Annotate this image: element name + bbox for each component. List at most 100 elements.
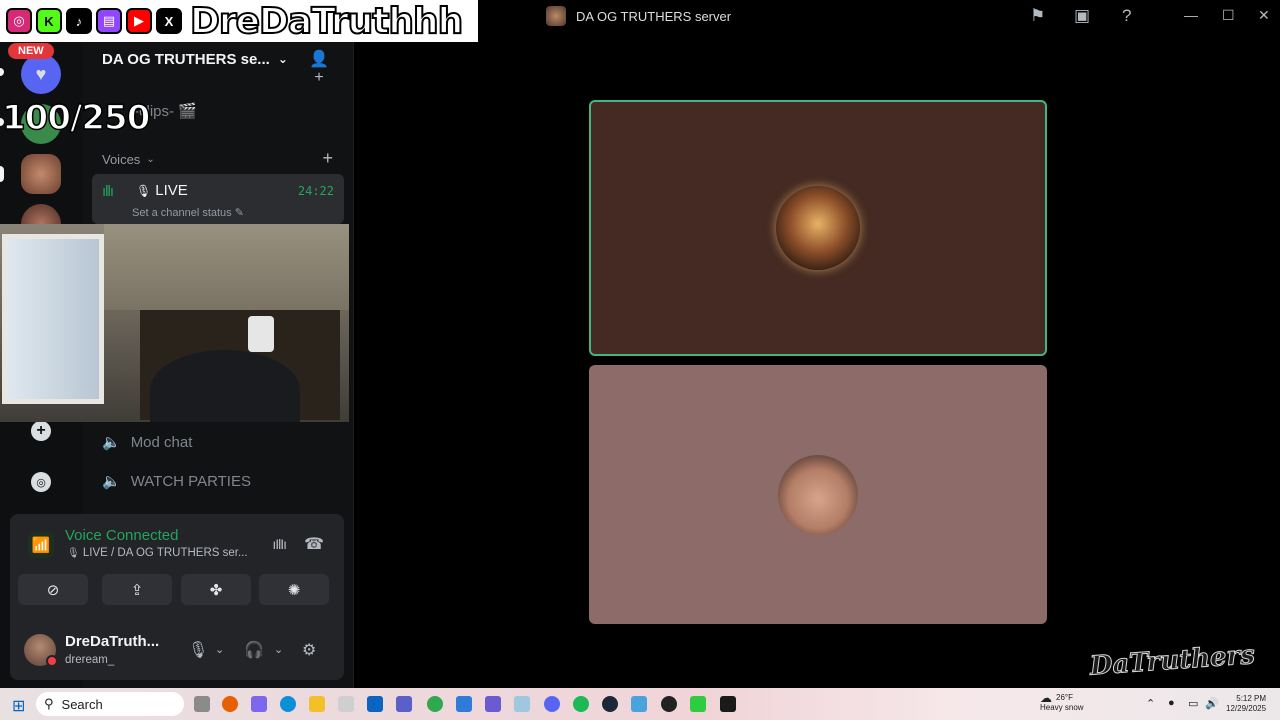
app-icon[interactable] [485, 696, 501, 712]
stream-watermark-logo: DaTruthers [1088, 640, 1256, 682]
steam-icon[interactable] [602, 696, 618, 712]
channel-status-prompt[interactable]: Set a channel status ✎ [132, 206, 244, 219]
headphones-icon[interactable]: 🎧 [244, 640, 264, 660]
social-handle-banner: ◎ K ♪ ▤ ▶ X DreDaTruthhh [0, 0, 478, 43]
voice-activity-icon: ıllı [102, 183, 114, 200]
channel-watch-parties[interactable]: 🔈 WATCH PARTIES [102, 469, 251, 493]
noise-suppression-icon[interactable]: ıIlIı [272, 536, 287, 552]
activities-button[interactable]: ✤ [181, 574, 251, 605]
outlook-icon[interactable] [367, 696, 383, 712]
minimize-button[interactable]: — [1184, 7, 1198, 23]
firefox-icon[interactable] [222, 696, 238, 712]
flag-icon[interactable]: ⚑ [1030, 6, 1045, 26]
speaker-icon: 🔈 [102, 434, 121, 451]
weather-widget[interactable]: ☁ 26°F Heavy snow [1040, 691, 1084, 713]
chevron-down-icon: ⌄ [146, 154, 155, 165]
active-server-icon[interactable] [21, 154, 61, 194]
user-handle: dreream_ [65, 654, 115, 666]
webcam-chair [150, 350, 300, 422]
app-icon[interactable] [720, 696, 736, 712]
help-icon[interactable]: ? [1122, 6, 1131, 26]
add-server-icon[interactable]: + [31, 421, 51, 441]
twitch-icon: ▤ [96, 8, 122, 34]
disconnect-icon[interactable]: ☎ [304, 534, 324, 554]
voice-timer: 24:22 [297, 184, 334, 198]
dnd-status-icon [46, 655, 58, 667]
soundboard-button[interactable]: ✺ [259, 574, 329, 605]
app-icon[interactable] [690, 696, 706, 712]
channel-mod-chat[interactable]: 🔈 Mod chat [102, 430, 192, 454]
tray-app-icon[interactable]: ● [1168, 697, 1175, 709]
channel-label: WATCH PARTIES [130, 472, 251, 490]
microphone-icon: 🎙 [136, 183, 152, 198]
task-view-icon[interactable] [194, 696, 210, 712]
voice-channel-live[interactable]: ıllı 🎙 LIVE 24:22 Set a channel status ✎ [92, 174, 344, 224]
obs-icon[interactable] [661, 696, 677, 712]
teams-icon[interactable] [396, 696, 412, 712]
voice-channel-label: LIVE [155, 182, 188, 199]
title-bar: DA OG TRUTHERS server ⚑ ▣ ? — ☐ ✕ [354, 0, 1280, 34]
close-button[interactable]: ✕ [1258, 7, 1270, 24]
webcam-window [2, 234, 104, 404]
edge-icon[interactable] [280, 696, 296, 712]
app-icon[interactable] [631, 696, 647, 712]
camera-off-button[interactable]: ⊘ [18, 574, 88, 605]
participant-avatar [778, 454, 858, 535]
voice-connected-panel: 📶 Voice Connected 🎙 LIVE / DA OG TRUTHER… [10, 514, 344, 680]
xbox-icon[interactable] [427, 696, 443, 712]
maximize-button[interactable]: ☐ [1222, 7, 1235, 24]
sub-goal-counter: 100/250 [1, 97, 151, 139]
windows-taskbar: ⊞ ⚲ Search ☁ 26°F Heavy snow ⌃ ● ▭ 🔊 5:1… [0, 688, 1280, 720]
server-header[interactable]: DA OG TRUTHERS se... ⌄ [102, 46, 332, 72]
clapperboard-icon: 🎬 [178, 103, 197, 120]
search-label: Search [61, 696, 103, 712]
screen-share-button[interactable]: ⇪ [102, 574, 172, 605]
speaker-icon: 🔈 [102, 473, 121, 490]
webcam-wall [104, 224, 349, 310]
soundboard-icon: ✺ [287, 581, 301, 599]
network-icon[interactable]: ▭ [1188, 697, 1198, 710]
chevron-down-icon[interactable]: ⌄ [215, 643, 224, 656]
invite-people-icon[interactable]: 👤+ [309, 49, 329, 86]
voice-tile[interactable] [589, 365, 1047, 624]
kick-icon: K [36, 8, 62, 34]
inbox-icon[interactable]: ▣ [1074, 6, 1090, 26]
voice-tile-speaking[interactable] [589, 100, 1047, 356]
tray-chevron-icon[interactable]: ⌃ [1146, 697, 1155, 710]
weather-icon: ☁ [1040, 691, 1052, 705]
store-icon[interactable] [338, 696, 354, 712]
server-icon [546, 6, 566, 26]
x-icon: X [156, 8, 182, 34]
webcam-overlay [0, 224, 349, 422]
server-name: DA OG TRUTHERS se... [102, 50, 270, 68]
chevron-down-icon[interactable]: ⌄ [274, 643, 283, 656]
microphone-icon: 🎙 [67, 548, 80, 559]
voice-connected-subtitle[interactable]: 🎙 LIVE / DA OG TRUTHERS ser... [67, 547, 248, 559]
home-server-icon[interactable]: ♥ [21, 54, 61, 94]
user-display-name[interactable]: DreDaTruth... [65, 633, 159, 650]
activities-icon: ✤ [209, 581, 223, 599]
discord-window: DA OG TRUTHERS server ⚑ ▣ ? — ☐ ✕ ♥ DA O… [0, 0, 1280, 720]
file-explorer-icon[interactable] [309, 696, 325, 712]
app-icon[interactable] [514, 696, 530, 712]
copilot-icon[interactable] [251, 696, 267, 712]
camera-off-icon: ⊘ [46, 581, 60, 599]
discover-icon[interactable]: ◎ [31, 472, 51, 492]
pencil-icon: ✎ [234, 207, 244, 219]
category-voices[interactable]: Voices ⌄ [102, 152, 155, 167]
taskbar-clock[interactable]: 5:12 PM 12/29/2025 [1226, 694, 1266, 714]
windows-start-icon[interactable]: ⊞ [12, 696, 25, 716]
spotify-icon[interactable] [573, 696, 589, 712]
volume-icon[interactable]: 🔊 [1205, 697, 1219, 710]
discord-icon[interactable] [544, 696, 560, 712]
add-channel-icon[interactable]: + [322, 148, 333, 169]
connection-signal-icon[interactable]: 📶 [28, 532, 54, 558]
taskbar-search[interactable]: ⚲ Search [36, 692, 184, 716]
app-icon[interactable] [456, 696, 472, 712]
voice-connected-title: Voice Connected [65, 527, 179, 544]
microphone-icon[interactable]: 🎙 [188, 640, 208, 660]
weather-desc: Heavy snow [1040, 703, 1084, 712]
active-pill [0, 166, 4, 182]
settings-gear-icon[interactable]: ⚙ [302, 640, 316, 660]
user-panel: DreDaTruth... dreream_ 🎙 ⌄ 🎧 ⌄ ⚙ [10, 624, 344, 676]
